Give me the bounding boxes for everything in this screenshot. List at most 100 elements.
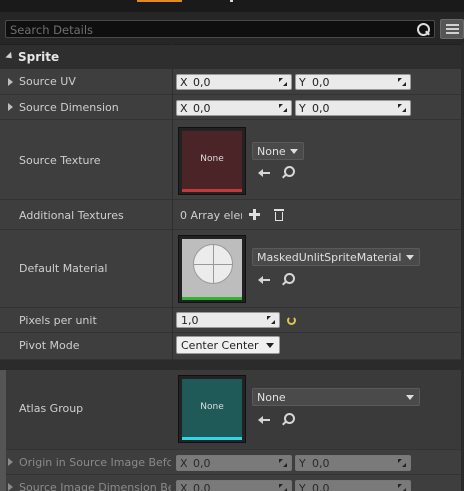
add-element-icon[interactable] [249,209,260,220]
source-image-dimension-y-field: Y 0,0 [295,480,411,491]
source-image-dimension-x-field: X 0,0 [176,480,292,491]
browse-icon[interactable] [282,273,295,285]
chevron-down-icon [406,395,414,400]
drag-handle-icon[interactable] [279,78,287,86]
browse-icon[interactable] [282,166,295,178]
chevron-down-icon [406,255,414,260]
property-label: Source Image Dimension Befo [19,481,171,491]
use-selected-arrow-icon[interactable] [258,275,270,285]
thumbnail-caption: None [200,402,224,412]
pivot-mode-combo[interactable]: Center Center [176,336,280,354]
axis-label: X [180,102,188,115]
property-row-additional-textures: Additional Textures 0 Array elem [0,200,464,230]
category-header-sprite[interactable]: Sprite [0,44,464,69]
property-label: Source UV [19,75,76,88]
use-selected-arrow-icon[interactable] [258,415,270,425]
axis-label: X [180,76,188,89]
property-row-atlas-group: Atlas Group None None [0,370,464,450]
chevron-down-icon [290,149,298,154]
active-tab-indicator [137,0,182,2]
drag-handle-icon[interactable] [279,104,287,112]
property-label: Source Dimension [19,101,119,114]
combo-value: None [257,391,286,404]
use-selected-arrow-icon[interactable] [258,168,270,178]
delete-all-icon[interactable] [274,209,284,221]
search-input[interactable]: Search Details [5,20,435,38]
drag-handle-icon [279,459,287,467]
property-label: Additional Textures [19,209,124,222]
field-value: 1,0 [181,314,199,327]
default-material-thumbnail[interactable] [178,235,246,303]
origin-y-field: Y 0,0 [295,455,411,471]
material-sphere-line [193,264,233,265]
combo-value: MaskedUnlitSpriteMaterial [257,251,402,264]
list-icon [446,32,459,34]
asset-type-bar [182,297,242,300]
drag-handle-icon [398,484,406,491]
section-edge [0,370,6,491]
search-placeholder: Search Details [10,23,94,37]
property-label: Pixels per unit [19,314,97,327]
asset-type-bar [182,437,242,440]
field-value: 0,0 [193,457,211,470]
combo-value: None [257,145,286,158]
expand-arrow-icon[interactable] [8,483,13,491]
axis-label: Y [299,457,306,470]
combo-value: Center Center [181,339,259,352]
pixels-per-unit-field[interactable]: 1,0 [176,312,280,328]
collapse-triangle-icon[interactable] [5,51,15,62]
atlas-group-combo[interactable]: None [252,388,420,406]
axis-label: Y [299,482,306,491]
section-separator [0,360,464,370]
property-row-pixels-per-unit: Pixels per unit 1,0 [0,308,464,333]
property-label: Default Material [19,262,108,275]
drag-handle-icon[interactable] [267,316,275,324]
default-material-combo[interactable]: MaskedUnlitSpriteMaterial [252,248,420,266]
field-value: 0,0 [193,482,211,491]
expand-arrow-icon[interactable] [8,78,13,86]
property-row-source-texture: Source Texture None None [0,120,464,200]
axis-label: X [180,457,188,470]
property-row-origin-in-source-image: Origin in Source Image Before X 0,0 Y 0,… [0,450,464,475]
source-uv-y-field[interactable]: Y 0,0 [295,74,411,90]
view-options-button[interactable] [440,19,464,39]
property-row-default-material: Default Material MaskedUnlitSpriteMateri… [0,230,464,308]
atlas-group-thumbnail[interactable]: None [178,375,246,443]
thumbnail-caption: None [200,154,224,164]
field-value: 0,0 [312,482,330,491]
axis-label: X [180,482,188,491]
source-dimension-y-field[interactable]: Y 0,0 [295,100,411,116]
drag-handle-icon[interactable] [398,78,406,86]
property-row-source-image-dimension: Source Image Dimension Befo X 0,0 Y 0,0 [0,475,464,491]
property-label: Pivot Mode [19,339,80,352]
expand-arrow-icon[interactable] [8,458,13,466]
property-row-source-uv: Source UV X 0,0 Y 0,0 [0,70,464,95]
search-icon[interactable] [417,23,430,36]
array-count: 0 Array elem [180,209,242,222]
drag-handle-icon [398,459,406,467]
column-splitter[interactable] [172,44,173,360]
browse-icon[interactable] [282,413,295,425]
field-value: 0,0 [312,76,330,89]
field-value: 0,0 [312,102,330,115]
category-label: Sprite [18,50,60,64]
reset-to-default-icon[interactable] [287,316,296,325]
drag-handle-icon [279,484,287,491]
tab-marker [230,0,233,2]
origin-x-field: X 0,0 [176,455,292,471]
chevron-down-icon [266,343,274,348]
property-label: Atlas Group [19,402,84,415]
field-value: 0,0 [312,457,330,470]
field-value: 0,0 [193,102,211,115]
list-icon [446,24,459,26]
source-uv-x-field[interactable]: X 0,0 [176,74,292,90]
asset-type-bar [182,189,242,192]
axis-label: Y [299,76,306,89]
property-label: Origin in Source Image Before [19,456,171,469]
expand-arrow-icon[interactable] [8,103,13,111]
source-texture-combo[interactable]: None [252,142,304,160]
source-texture-thumbnail[interactable]: None [178,127,246,195]
drag-handle-icon[interactable] [398,104,406,112]
list-icon [446,28,459,30]
source-dimension-x-field[interactable]: X 0,0 [176,100,292,116]
